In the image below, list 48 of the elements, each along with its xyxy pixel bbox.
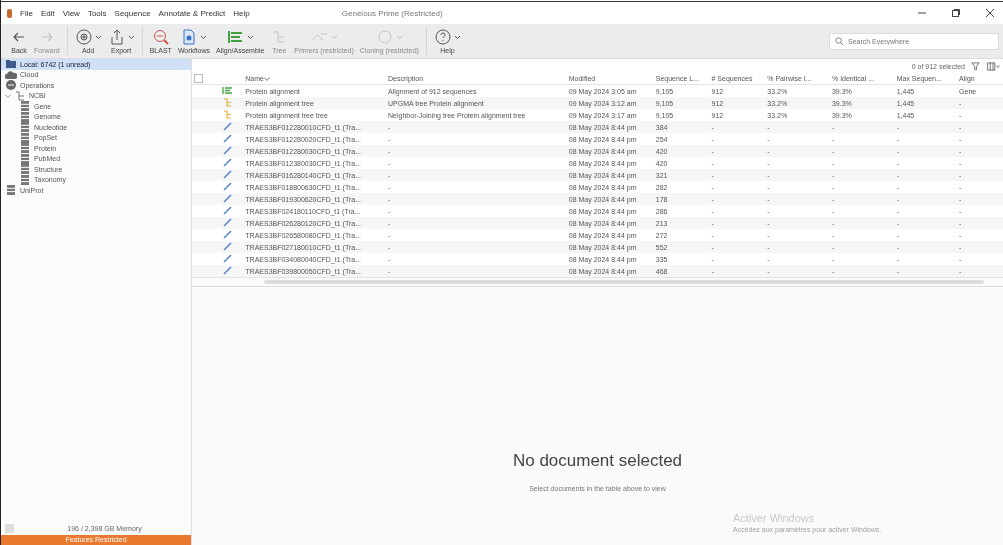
sequence-icon [222, 145, 234, 156]
database-icon [5, 184, 17, 197]
help-icon [433, 28, 452, 46]
menu-item[interactable]: Sequence [114, 8, 151, 18]
align-icon [226, 28, 245, 46]
database-icon [19, 142, 31, 155]
columns-icon[interactable] [986, 61, 1000, 71]
empty-viewer-title: No document selected [512, 451, 683, 471]
menu-item[interactable]: File [20, 8, 33, 18]
menu-item[interactable]: Tools [87, 8, 107, 18]
cloud-icon [5, 68, 17, 81]
menu-item[interactable]: Help [233, 8, 250, 18]
menu-item[interactable]: View [62, 8, 80, 18]
restore-icon[interactable] [951, 8, 961, 18]
window-title: Geneious Prime (Restricted) [341, 8, 444, 18]
menu-item[interactable]: Annotate & Predict [158, 8, 226, 18]
close-icon[interactable] [985, 8, 995, 18]
app-logo-icon [7, 8, 12, 18]
database-icon [19, 100, 31, 113]
search-icon [835, 36, 844, 46]
select-all-checkbox[interactable] [194, 74, 203, 83]
tree-icon [222, 109, 234, 120]
sequence-icon [222, 121, 234, 132]
sequence-icon [222, 253, 234, 264]
database-icon [19, 131, 31, 144]
sequence-icon [222, 157, 234, 168]
database-icon [19, 152, 31, 165]
alignment-icon [222, 85, 234, 96]
sort-icon[interactable] [264, 77, 270, 81]
sequence-icon [222, 265, 234, 276]
add-icon [74, 28, 93, 46]
memory-gauge-icon [5, 523, 14, 533]
sequence-icon [222, 241, 234, 252]
folder-icon [5, 58, 17, 71]
sequence-icon [222, 133, 234, 144]
sequence-icon [222, 193, 234, 204]
database-icon [19, 121, 31, 134]
sequence-icon [222, 229, 234, 240]
menu-item[interactable]: Edit [40, 8, 55, 18]
filter-icon[interactable] [971, 61, 980, 71]
sequence-icon [222, 181, 234, 192]
database-icon [19, 173, 31, 186]
sequence-icon [222, 169, 234, 180]
tree-icon [222, 97, 234, 108]
database-icon [19, 110, 31, 123]
sequence-icon [222, 217, 234, 228]
sequence-icon [222, 205, 234, 216]
database-icon [19, 163, 31, 176]
